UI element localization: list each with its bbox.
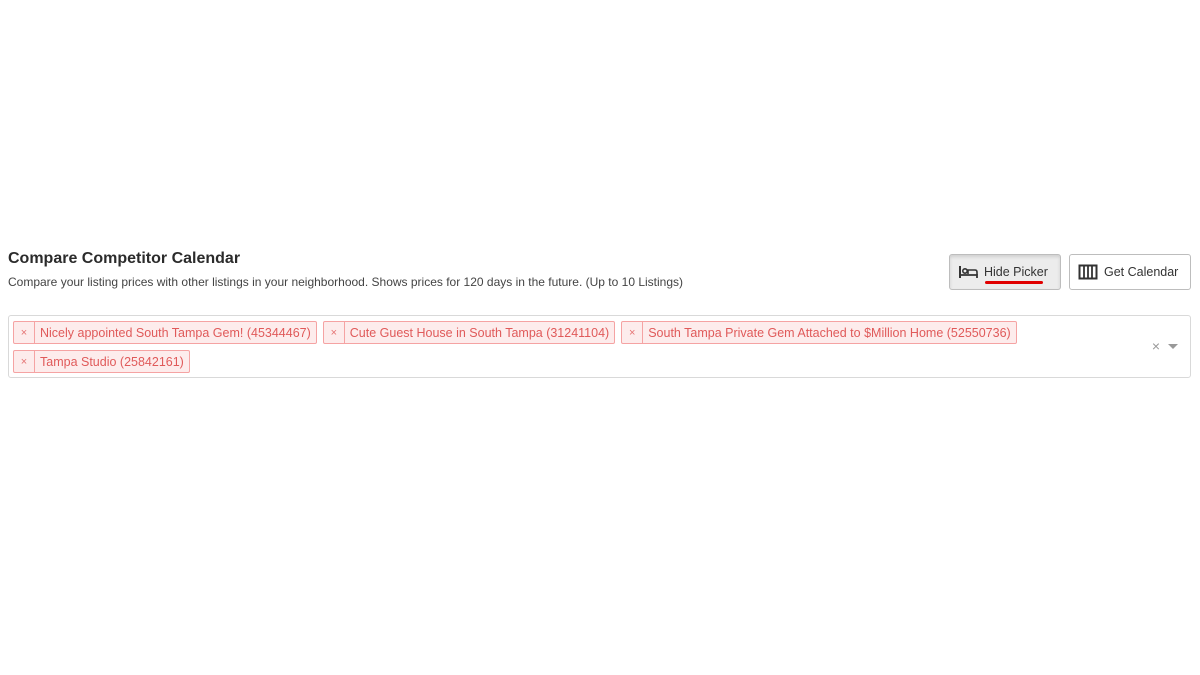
remove-tag-button[interactable]: × [622,322,644,343]
listing-picker[interactable]: × Nicely appointed South Tampa Gem! (453… [8,315,1191,378]
get-calendar-button[interactable]: Get Calendar [1069,254,1191,290]
chevron-down-icon[interactable] [1168,343,1178,349]
calendar-columns-icon [1078,264,1098,280]
listing-tag-label: Nicely appointed South Tampa Gem! (45344… [40,325,311,340]
hide-picker-button[interactable]: Hide Picker [949,254,1061,290]
annotation-underline [985,281,1043,284]
bed-icon [958,265,978,279]
section-header: Compare Competitor Calendar Compare your… [8,250,1192,294]
listing-tag: × Tampa Studio (25842161) [13,350,190,373]
remove-tag-button[interactable]: × [14,351,35,372]
remove-tag-button[interactable]: × [324,322,345,343]
page-subtitle: Compare your listing prices with other l… [8,275,684,289]
clear-all-button[interactable]: × [1152,338,1160,354]
listing-tag-label: South Tampa Private Gem Attached to $Mil… [648,325,1011,340]
picker-controls: × [1152,338,1178,354]
listing-tag: × Cute Guest House in South Tampa (31241… [322,321,616,344]
listing-tag: × Nicely appointed South Tampa Gem! (453… [13,321,317,344]
listing-tag-label: Tampa Studio (25842161) [40,354,184,369]
get-calendar-label: Get Calendar [1104,265,1179,279]
selected-listings: × Nicely appointed South Tampa Gem! (453… [13,321,1133,373]
hide-picker-label: Hide Picker [984,265,1048,279]
remove-tag-button[interactable]: × [14,322,35,343]
page-title: Compare Competitor Calendar [8,250,241,267]
page: Compare Competitor Calendar Compare your… [0,0,1200,675]
listing-tag: × South Tampa Private Gem Attached to $M… [621,321,1017,344]
listing-tag-label: Cute Guest House in South Tampa (3124110… [349,325,610,340]
